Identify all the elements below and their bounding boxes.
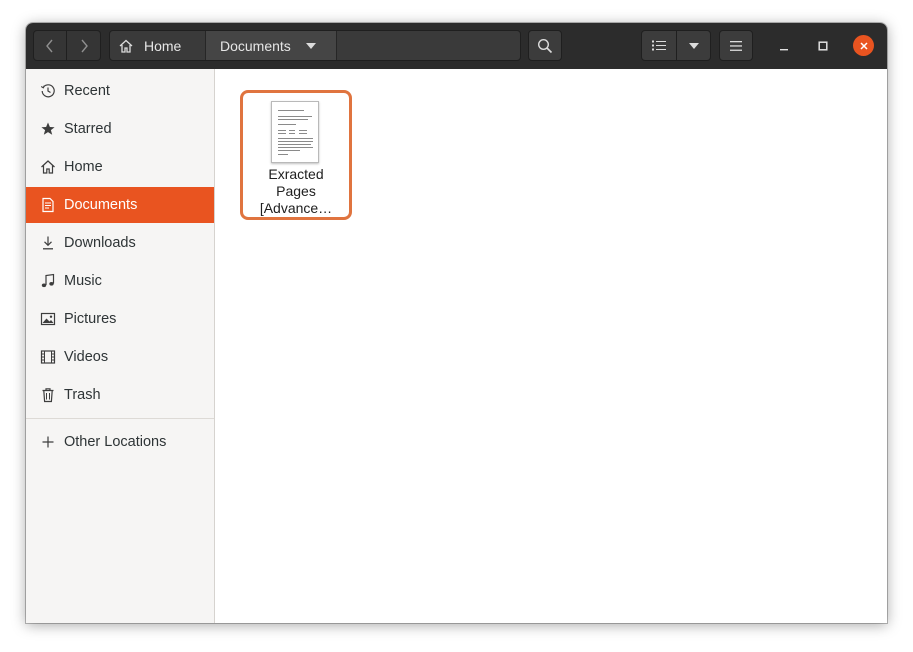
clock-icon xyxy=(40,83,56,99)
sidebar-item-label: Recent xyxy=(64,83,110,99)
sidebar-item-label: Videos xyxy=(64,349,109,365)
chevron-right-icon xyxy=(80,39,88,52)
close-button[interactable] xyxy=(853,35,874,56)
sidebar-separator xyxy=(26,418,214,419)
sidebar-item-label: Pictures xyxy=(64,311,117,327)
minimize-button[interactable] xyxy=(773,35,795,57)
file-name-line: Exracted xyxy=(268,166,324,182)
download-icon xyxy=(40,235,56,251)
chevron-left-icon xyxy=(46,39,53,52)
star-icon xyxy=(40,121,56,137)
path-home-label: Home xyxy=(144,37,182,54)
home-icon xyxy=(40,159,56,175)
sidebar-item-downloads[interactable]: Downloads xyxy=(26,225,214,261)
sidebar-item-documents[interactable]: Documents xyxy=(26,187,214,223)
chevron-down-icon xyxy=(688,42,699,49)
forward-button[interactable] xyxy=(67,30,101,61)
view-options-dropdown[interactable] xyxy=(676,30,711,61)
navigation-buttons xyxy=(33,30,101,61)
path-documents-label: Documents xyxy=(220,37,291,54)
chevron-down-icon xyxy=(305,42,316,49)
sidebar-item-home[interactable]: Home xyxy=(26,149,214,185)
path-home-button[interactable]: Home xyxy=(110,31,206,60)
sidebar-item-trash[interactable]: Trash xyxy=(26,377,214,413)
sidebar-item-other-locations[interactable]: Other Locations xyxy=(26,424,214,460)
sidebar-item-label: Trash xyxy=(64,387,101,403)
view-mode-button[interactable] xyxy=(641,30,677,61)
file-name: Exracted Pages [Advance… xyxy=(243,166,349,217)
sidebar-item-music[interactable]: Music xyxy=(26,263,214,299)
header-bar: Home Documents xyxy=(26,23,887,69)
close-icon xyxy=(859,41,868,50)
minimize-icon xyxy=(780,49,788,51)
plus-icon xyxy=(40,434,56,450)
hamburger-menu-icon xyxy=(730,40,742,51)
path-documents-button[interactable]: Documents xyxy=(206,31,337,60)
file-name-line: [Advance… xyxy=(259,200,333,216)
sidebar-item-videos[interactable]: Videos xyxy=(26,339,214,375)
path-bar: Home Documents xyxy=(109,30,521,61)
file-manager-window: Home Documents Recent Starred Home Docum… xyxy=(26,23,887,623)
sidebar-item-label: Starred xyxy=(64,121,112,137)
maximize-button[interactable] xyxy=(812,35,834,57)
list-view-icon xyxy=(652,40,666,50)
picture-icon xyxy=(40,311,56,327)
music-icon xyxy=(40,273,56,289)
file-name-line: Pages xyxy=(276,183,316,199)
search-icon xyxy=(537,38,553,53)
maximize-icon xyxy=(818,41,828,51)
back-button[interactable] xyxy=(33,30,67,61)
sidebar-item-pictures[interactable]: Pictures xyxy=(26,301,214,337)
document-icon xyxy=(40,197,56,213)
file-view: Exracted Pages [Advance… xyxy=(215,69,887,623)
video-icon xyxy=(40,349,56,365)
main-menu-button[interactable] xyxy=(719,30,753,61)
sidebar-item-recent[interactable]: Recent xyxy=(26,73,214,109)
pdf-document-thumbnail xyxy=(271,101,319,163)
sidebar-item-label: Downloads xyxy=(64,235,136,251)
sidebar-item-label: Documents xyxy=(64,197,138,213)
trash-icon xyxy=(40,387,56,403)
search-button[interactable] xyxy=(528,30,562,61)
home-icon xyxy=(119,39,133,53)
sidebar-item-starred[interactable]: Starred xyxy=(26,111,214,147)
sidebar-item-label: Music xyxy=(64,273,102,289)
sidebar-item-label: Other Locations xyxy=(64,434,167,450)
sidebar: Recent Starred Home Documents Downloads … xyxy=(26,69,215,623)
file-item[interactable]: Exracted Pages [Advance… xyxy=(240,90,352,220)
sidebar-item-label: Home xyxy=(64,159,103,175)
